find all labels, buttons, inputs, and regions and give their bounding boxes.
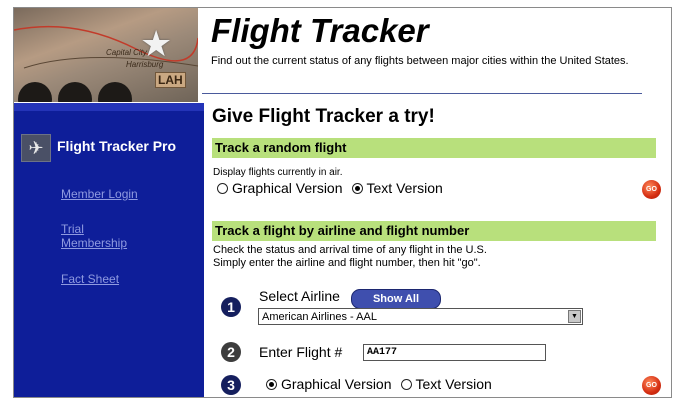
sidebar-title: Flight Tracker Pro <box>57 138 177 154</box>
page-frame: Capital City Harrisburg ★ LAH Flight Tra… <box>13 7 672 398</box>
radio-graphical-random[interactable] <box>217 182 228 194</box>
flight-number-label: Enter Flight # <box>259 344 343 360</box>
show-all-button[interactable]: Show All <box>351 289 441 309</box>
radio-label: Graphical Version <box>281 376 392 392</box>
sidebar-top-strip <box>14 103 204 111</box>
airline-version-options: Graphical Version Text Version <box>266 376 492 392</box>
chevron-down-icon[interactable]: ▼ <box>568 310 581 323</box>
header-banner-image: Capital City Harrisburg ★ LAH <box>14 8 198 102</box>
random-description: Display flights currently in air. <box>213 167 343 178</box>
step-3-badge: 3 <box>221 375 241 395</box>
sidebar-link-fact-sheet[interactable]: Fact Sheet <box>61 272 119 286</box>
go-button-random[interactable]: GO <box>642 180 661 199</box>
main-heading: Give Flight Tracker a try! <box>212 106 435 127</box>
radio-label: Graphical Version <box>232 180 343 196</box>
radio-graphical-airline[interactable] <box>266 378 277 390</box>
step-2-badge: 2 <box>221 342 241 362</box>
airplane-icon: ✈ <box>21 134 51 162</box>
section-header-airline: Track a flight by airline and flight num… <box>212 221 656 241</box>
airline-description-2: Simply enter the airline and flight numb… <box>213 257 481 269</box>
section-header-random: Track a random flight <box>212 138 656 158</box>
airline-select-value: American Airlines - AAL <box>262 311 377 323</box>
header-divider <box>202 93 642 94</box>
lah-badge: LAH <box>155 72 186 88</box>
radio-label: Text Version <box>366 180 443 196</box>
page-subtitle: Find out the current status of any fligh… <box>211 55 629 67</box>
section-header-airline-label: Track a flight by airline and flight num… <box>215 223 470 238</box>
sidebar-link-member-login[interactable]: Member Login <box>61 187 138 201</box>
select-airline-label: Select Airline <box>259 288 340 304</box>
radio-text-airline[interactable] <box>400 378 412 390</box>
section-header-random-label: Track a random flight <box>215 140 347 155</box>
airline-description-1: Check the status and arrival time of any… <box>213 244 487 256</box>
flight-number-input[interactable]: AA177 <box>363 344 546 361</box>
radio-text-random[interactable] <box>351 182 363 194</box>
step-1-badge: 1 <box>221 297 241 317</box>
radio-label: Text Version <box>415 376 492 392</box>
random-version-options: Graphical Version Text Version <box>217 180 443 196</box>
airline-select[interactable]: American Airlines - AAL ▼ <box>258 308 583 325</box>
sidebar: ✈ Flight Tracker Pro Member Login Trial … <box>14 103 204 397</box>
star-icon: ★ <box>140 23 173 64</box>
go-button-airline[interactable]: GO <box>642 376 661 395</box>
sidebar-link-trial-membership[interactable]: Trial Membership <box>61 222 127 250</box>
page-title: Flight Tracker <box>211 12 429 49</box>
